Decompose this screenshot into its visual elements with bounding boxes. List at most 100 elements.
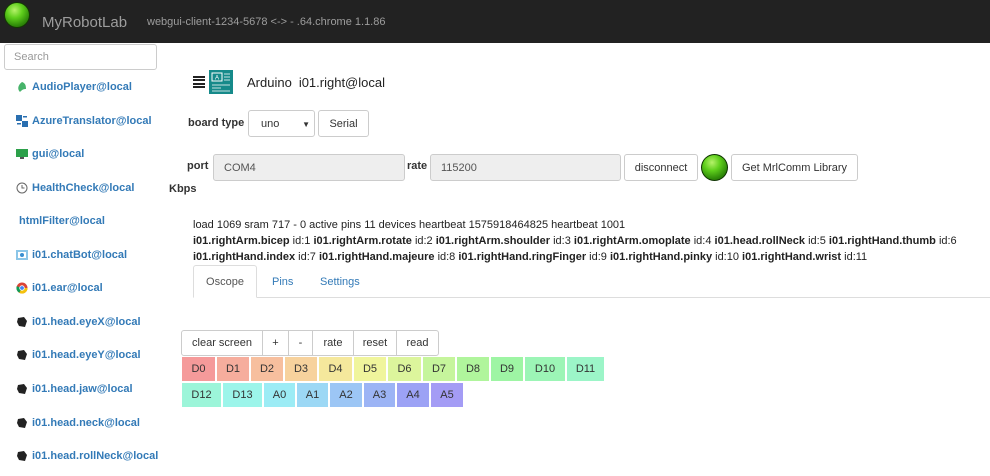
tab-oscope[interactable]: Oscope	[193, 265, 257, 298]
port-label: port	[187, 160, 209, 172]
device-id: id:8	[437, 251, 456, 263]
sidebar-item-chatbot[interactable]: i01.chatBot@local	[16, 247, 127, 263]
servo-icon	[17, 451, 27, 461]
device-id: id:11	[844, 251, 868, 263]
monitor-icon	[16, 149, 28, 159]
translator-icon	[16, 115, 28, 127]
service-header: A Arduino i01.right@local	[193, 70, 385, 94]
rate-field[interactable]: 115200	[430, 154, 621, 181]
zoom-in-button[interactable]: +	[262, 330, 289, 356]
device-name: i01.rightHand.majeure	[318, 251, 435, 263]
servo-icon	[17, 350, 27, 360]
device-name: i01.head.rollNeck	[714, 235, 806, 247]
pin-a4-button[interactable]: A4	[396, 382, 430, 408]
reset-button[interactable]: reset	[353, 330, 397, 356]
serial-button[interactable]: Serial	[318, 110, 369, 137]
app-title[interactable]: MyRobotLab	[42, 14, 127, 31]
device-id: id:6	[938, 235, 957, 247]
sidebar-item-label: i01.head.rollNeck@local	[32, 450, 159, 462]
pin-d7-button[interactable]: D7	[422, 356, 456, 382]
myrobotlab-logo-icon[interactable]	[5, 3, 29, 27]
pin-d4-button[interactable]: D4	[318, 356, 353, 382]
pin-d5-button[interactable]: D5	[353, 356, 387, 382]
pin-d8-button[interactable]: D8	[456, 356, 490, 382]
pin-a1-button[interactable]: A1	[296, 382, 329, 408]
sidebar-item-rollneck[interactable]: i01.head.rollNeck@local	[16, 448, 158, 464]
sidebar-item-gui[interactable]: gui@local	[16, 146, 84, 162]
sidebar-item-eyey[interactable]: i01.head.eyeY@local	[16, 347, 141, 363]
chatbot-icon	[16, 250, 28, 260]
connection-status-icon	[702, 155, 727, 180]
pin-a2-button[interactable]: A2	[329, 382, 363, 408]
sidebar-item-neck[interactable]: i01.head.neck@local	[16, 415, 140, 431]
pin-d10-button[interactable]: D10	[524, 356, 566, 382]
audio-icon	[18, 82, 26, 92]
device-name: i01.rightHand.thumb	[828, 235, 936, 247]
sidebar-item-label: i01.head.jaw@local	[32, 383, 133, 395]
sidebar-item-htmlfilter[interactable]: htmlFilter@local	[19, 213, 105, 229]
device-id: id:7	[298, 251, 316, 263]
oscope-toolbar: clear screen + - rate reset read	[181, 330, 439, 356]
arduino-board-icon: A	[209, 70, 233, 94]
port-field[interactable]: COM4	[213, 154, 405, 181]
clear-screen-button[interactable]: clear screen	[181, 330, 263, 356]
service-type: Arduino	[247, 74, 292, 90]
sidebar-item-label: i01.head.neck@local	[32, 417, 140, 429]
sidebar-item-ear[interactable]: i01.ear@local	[16, 280, 103, 296]
pin-d9-button[interactable]: D9	[490, 356, 524, 382]
board-status-line: load 1069 sram 717 - 0 active pins 11 de…	[193, 219, 626, 231]
sidebar-item-label: i01.head.eyeX@local	[32, 316, 141, 328]
device-list-line-2: i01.rightHand.index id:7 i01.rightHand.m…	[193, 251, 867, 263]
pin-d13-button[interactable]: D13	[222, 382, 263, 408]
device-id: id:10	[715, 251, 739, 263]
pin-d2-button[interactable]: D2	[250, 356, 284, 382]
device-name: i01.rightHand.ringFinger	[458, 251, 587, 263]
list-icon[interactable]	[193, 76, 205, 88]
top-navbar: MyRobotLab webgui-client-1234-5678 <-> -…	[0, 0, 990, 43]
device-name: i01.rightHand.index	[193, 251, 296, 263]
device-name: i01.rightArm.bicep	[193, 235, 290, 247]
device-name: i01.rightHand.wrist	[742, 251, 842, 263]
clock-icon	[16, 182, 28, 194]
pin-a3-button[interactable]: A3	[363, 382, 396, 408]
sidebar-item-healthcheck[interactable]: HealthCheck@local	[16, 180, 134, 196]
servo-icon	[17, 384, 27, 394]
pin-d1-button[interactable]: D1	[216, 356, 250, 382]
sidebar-item-audioplayer[interactable]: AudioPlayer@local	[16, 79, 132, 95]
rate-button[interactable]: rate	[312, 330, 354, 356]
device-name: i01.rightArm.rotate	[313, 235, 412, 247]
chrome-icon	[16, 282, 28, 294]
pin-d12-button[interactable]: D12	[181, 382, 222, 408]
zoom-out-button[interactable]: -	[288, 330, 313, 356]
pin-a0-button[interactable]: A0	[263, 382, 296, 408]
device-list-line-1: i01.rightArm.bicep id:1 i01.rightArm.rot…	[193, 235, 957, 247]
sidebar-item-label: AudioPlayer@local	[32, 81, 132, 93]
board-type-select[interactable]: uno ▼	[248, 110, 315, 137]
search-input[interactable]	[4, 44, 157, 70]
pin-a5-button[interactable]: A5	[430, 382, 464, 408]
device-id: id:2	[414, 235, 433, 247]
device-id: id:4	[693, 235, 712, 247]
device-name: i01.rightArm.shoulder	[435, 235, 551, 247]
service-sidebar: AudioPlayer@local AzureTranslator@local …	[0, 43, 170, 476]
sidebar-item-label: i01.chatBot@local	[32, 249, 128, 261]
pin-d6-button[interactable]: D6	[387, 356, 422, 382]
device-name: i01.rightArm.omoplate	[573, 235, 691, 247]
get-mrlcomm-library-button[interactable]: Get MrlComm Library	[731, 154, 858, 181]
pin-d0-button[interactable]: D0	[181, 356, 216, 382]
device-id: id:9	[589, 251, 607, 263]
sidebar-item-azuretranslator[interactable]: AzureTranslator@local	[16, 113, 152, 129]
sidebar-item-label: htmlFilter@local	[19, 215, 105, 227]
device-name: i01.rightHand.pinky	[609, 251, 713, 263]
disconnect-button[interactable]: disconnect	[624, 154, 698, 181]
sidebar-item-eyex[interactable]: i01.head.eyeX@local	[16, 314, 141, 330]
read-button[interactable]: read	[396, 330, 439, 356]
sidebar-item-label: gui@local	[32, 148, 85, 160]
tab-pins[interactable]: Pins	[260, 265, 305, 298]
sidebar-item-jaw[interactable]: i01.head.jaw@local	[16, 381, 133, 397]
pin-d3-button[interactable]: D3	[284, 356, 318, 382]
tab-settings[interactable]: Settings	[308, 265, 372, 298]
sidebar-item-label: AzureTranslator@local	[32, 115, 152, 127]
pin-d11-button[interactable]: D11	[566, 356, 605, 382]
board-type-label: board type	[188, 117, 245, 129]
